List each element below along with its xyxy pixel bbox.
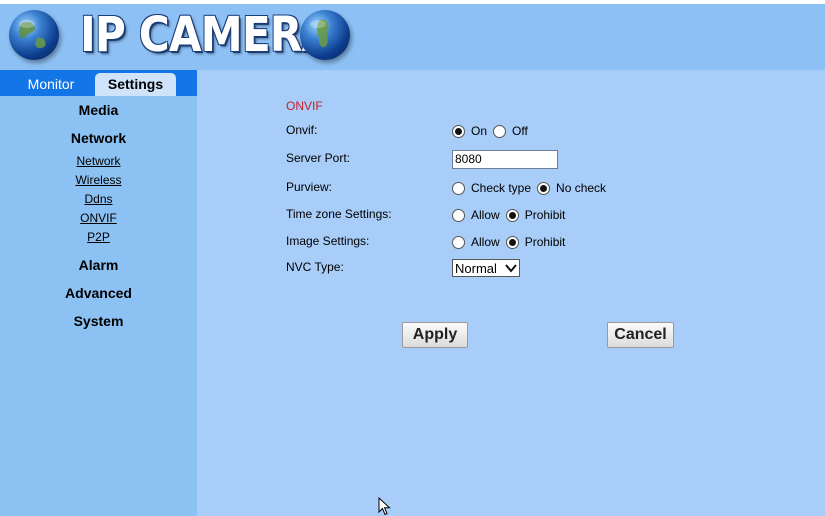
- sidebar-link-p2p[interactable]: P2P: [0, 228, 197, 247]
- sidebar-item-alarm[interactable]: Alarm: [0, 251, 197, 279]
- sidebar-item-media[interactable]: Media: [0, 96, 197, 124]
- settings-panel: ONVIF Onvif: On Off Server Port: Purview…: [197, 70, 825, 516]
- server-port-row: Server Port:: [286, 148, 806, 170]
- chevron-down-icon: [505, 264, 517, 273]
- time-zone-label: Time zone Settings:: [286, 207, 392, 221]
- nvc-type-select[interactable]: Normal: [452, 259, 520, 277]
- sidebar-link-network[interactable]: Network: [0, 152, 197, 171]
- purview-label: Purview:: [286, 180, 333, 194]
- image-allow-radio[interactable]: [452, 235, 465, 249]
- brand-logo-text: IP CAMERA: [80, 7, 334, 63]
- sidebar-item-system[interactable]: System: [0, 307, 197, 335]
- onvif-label: Onvif:: [286, 123, 318, 137]
- apply-button[interactable]: Apply: [402, 322, 468, 348]
- onvif-row: Onvif: On Off: [286, 120, 806, 142]
- sidebar-link-ddns[interactable]: Ddns: [0, 190, 197, 209]
- tab-settings[interactable]: Settings: [95, 73, 176, 96]
- onvif-on-label: On: [471, 124, 488, 138]
- purview-check-type-label: Check type: [471, 181, 532, 195]
- sidebar-link-onvif[interactable]: ONVIF: [0, 209, 197, 228]
- tab-monitor[interactable]: Monitor: [12, 73, 90, 96]
- image-settings-row: Image Settings: Allow Prohibit: [286, 231, 806, 253]
- time-zone-row: Time zone Settings: Allow Prohibit: [286, 204, 806, 226]
- sidebar: Monitor Settings Media Network Network W…: [0, 70, 197, 516]
- header-banner: IP CAMERA: [0, 4, 825, 70]
- purview-check-type-radio[interactable]: [452, 181, 465, 195]
- image-allow-label: Allow: [471, 235, 500, 249]
- nvc-type-label: NVC Type:: [286, 260, 344, 274]
- globe-icon: [300, 10, 350, 60]
- sidebar-link-wireless[interactable]: Wireless: [0, 171, 197, 190]
- image-prohibit-label: Prohibit: [524, 235, 566, 249]
- sidebar-item-network[interactable]: Network: [0, 124, 197, 152]
- purview-no-check-radio[interactable]: [537, 181, 551, 195]
- nvc-type-row: NVC Type: Normal: [286, 257, 806, 279]
- nvc-type-value: Normal: [455, 260, 497, 276]
- time-zone-prohibit-label: Prohibit: [524, 208, 566, 222]
- purview-row: Purview: Check type No check: [286, 177, 806, 199]
- mouse-pointer-icon: [378, 497, 391, 516]
- server-port-label: Server Port:: [286, 151, 351, 165]
- onvif-options: On Off: [452, 120, 534, 142]
- sidebar-nav: Media Network Network Wireless Ddns ONVI…: [0, 96, 197, 335]
- tab-bar: Monitor Settings: [0, 70, 197, 96]
- server-port-input[interactable]: [452, 149, 558, 169]
- onvif-off-label: Off: [512, 124, 528, 138]
- image-prohibit-radio[interactable]: [505, 235, 519, 249]
- image-settings-label: Image Settings:: [286, 234, 370, 248]
- time-zone-allow-label: Allow: [471, 208, 500, 222]
- time-zone-allow-radio[interactable]: [452, 208, 465, 222]
- sidebar-item-advanced[interactable]: Advanced: [0, 279, 197, 307]
- onvif-off-radio[interactable]: [493, 124, 507, 138]
- cancel-button[interactable]: Cancel: [607, 322, 674, 348]
- globe-icon: [9, 10, 59, 60]
- section-title: ONVIF: [286, 99, 323, 113]
- time-zone-prohibit-radio[interactable]: [505, 208, 519, 222]
- onvif-on-radio[interactable]: [452, 124, 465, 138]
- purview-no-check-label: No check: [556, 181, 607, 195]
